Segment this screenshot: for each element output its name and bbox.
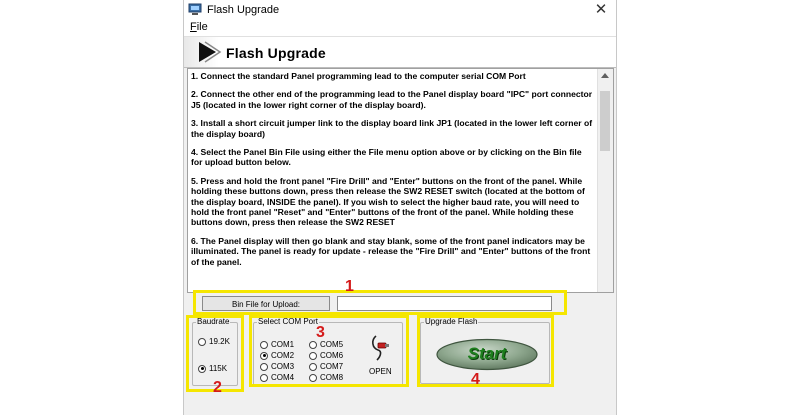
app-icon [188,3,202,15]
instruction-step: 4. Select the Panel Bin File using eithe… [191,147,582,168]
highlight-box-upgrade [417,315,554,387]
scroll-up-icon[interactable] [601,73,609,78]
title-bar: Flash Upgrade ✕ [184,0,616,20]
instructions-panel[interactable]: 1. Connect the standard Panel programmin… [187,68,614,293]
instructions-scrollbar[interactable] [597,69,613,292]
instruction-step: 1. Connect the standard Panel programmin… [191,71,526,81]
instruction-step: 3. Install a short circuit jumper link t… [191,118,593,139]
instruction-step: 6. The Panel display will then go blank … [191,235,591,267]
highlight-box-bin-file [193,290,567,315]
callout-number: 2 [213,379,222,396]
highlight-box-com-port [249,315,409,387]
menu-file[interactable]: File [190,21,208,33]
banner-title: Flash Upgrade [226,45,326,61]
instructions-text: 1. Connect the standard Panel programmin… [191,71,595,275]
banner-arrow-icon [199,41,222,63]
menu-bar: File [184,20,616,37]
menu-file-accelerator: F [190,21,197,33]
header-banner: Flash Upgrade [184,37,616,68]
instruction-step: 5. Press and hold the front panel "Fire … [191,175,585,228]
callout-number: 3 [316,324,325,341]
close-icon[interactable]: ✕ [592,1,610,19]
callout-number: 1 [345,278,354,295]
callout-number: 4 [471,371,480,388]
menu-file-rest: ile [196,21,208,33]
scroll-thumb[interactable] [600,91,610,151]
window-title: Flash Upgrade [207,4,280,16]
instruction-step: 2. Connect the other end of the programm… [191,89,593,110]
